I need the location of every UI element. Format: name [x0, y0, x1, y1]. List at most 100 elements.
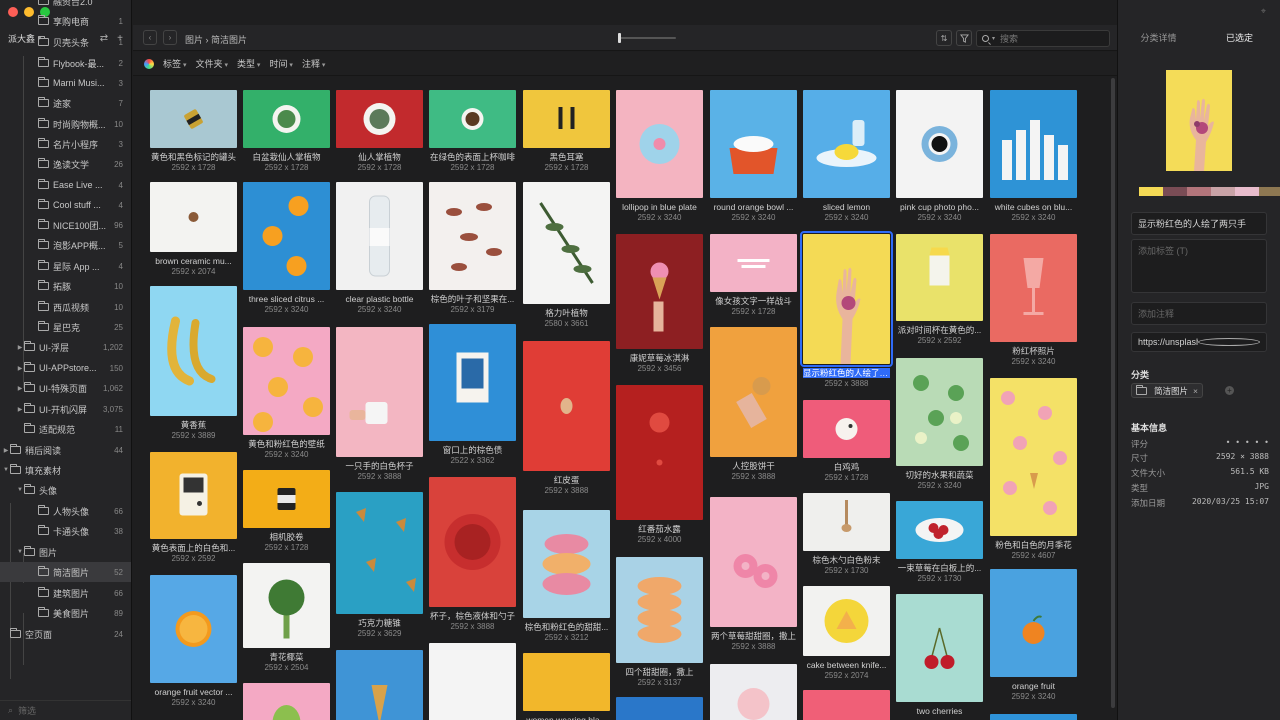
image-card[interactable]: 像女孩文字一样战斗 2592 x 1728: [710, 234, 797, 317]
image-thumbnail[interactable]: [150, 286, 237, 416]
image-card[interactable]: brown ceramic mu... 2592 x 2074: [150, 182, 237, 277]
image-card[interactable]: two cherries: [896, 594, 983, 716]
filter-button[interactable]: [956, 30, 972, 46]
tags-field[interactable]: 添加标签 (T): [1131, 239, 1267, 293]
image-card[interactable]: clear plastic bottle 2592 x 3240: [336, 182, 423, 315]
image-thumbnail[interactable]: [803, 90, 890, 198]
palette-swatch[interactable]: [1163, 187, 1187, 196]
sidebar-folder-item[interactable]: 美食图片 89: [0, 603, 131, 623]
title-field[interactable]: 显示粉红色的人绘了两只手: [1131, 212, 1267, 235]
sidebar-folder-item[interactable]: Flybook-最... 2: [0, 53, 131, 73]
sidebar-folder-item[interactable]: 逸读文学 26: [0, 154, 131, 174]
sidebar-folder-item[interactable]: Ease Live ... 4: [0, 175, 131, 195]
image-thumbnail[interactable]: [896, 358, 983, 466]
image-thumbnail[interactable]: [429, 324, 516, 441]
image-thumbnail[interactable]: [336, 90, 423, 148]
back-button[interactable]: ‹: [143, 30, 157, 45]
image-thumbnail[interactable]: [896, 501, 983, 559]
sidebar-folder-item[interactable]: ▶ 稍后阅读 44: [0, 440, 131, 460]
image-card[interactable]: sliced lemon 2592 x 3240: [803, 90, 890, 223]
sidebar-folder-item[interactable]: ▶ UI-特殊页面 1,062: [0, 378, 131, 398]
image-card[interactable]: 红皮蛋 2592 x 3888: [523, 341, 610, 496]
image-thumbnail[interactable]: [800, 231, 893, 367]
chevron-right-icon[interactable]: ▶: [2, 447, 10, 454]
image-thumbnail[interactable]: [803, 400, 890, 458]
image-card[interactable]: 黄色和黑色标记的罐头 2592 x 1728: [150, 90, 237, 173]
image-card[interactable]: 棕色的叶子和坚果在... 2592 x 3179: [429, 182, 516, 315]
chevron-down-icon[interactable]: ▼: [16, 549, 24, 555]
sidebar-folder-item[interactable]: 泡影APP概... 5: [0, 235, 131, 255]
sidebar-folder-item[interactable]: 西瓜视频 10: [0, 297, 131, 317]
filter-folders[interactable]: 文件夹: [195, 57, 227, 70]
filter-notes[interactable]: 注释: [302, 57, 325, 70]
forward-button[interactable]: ›: [163, 30, 177, 45]
breadcrumb[interactable]: 图片 › 简洁图片: [185, 33, 247, 46]
filter-type[interactable]: 类型: [237, 57, 260, 70]
palette-swatch[interactable]: [1139, 187, 1163, 196]
palette-swatch[interactable]: [1211, 187, 1235, 196]
zoom-slider[interactable]: [618, 33, 676, 43]
palette-swatch[interactable]: [1187, 187, 1211, 196]
image-card[interactable]: 显示粉红色的人绘了两只手2592 x 3888: [800, 231, 893, 389]
search-field[interactable]: ▾: [976, 30, 1110, 47]
image-thumbnail[interactable]: [523, 341, 610, 471]
category-chip[interactable]: 简洁图片 ×: [1131, 383, 1203, 398]
image-card[interactable]: 格力叶植物 2580 x 3661: [523, 182, 610, 329]
sidebar-folder-item[interactable]: 融资台2.0: [0, 0, 131, 11]
image-card[interactable]: [803, 690, 890, 720]
sidebar-filter[interactable]: ⌕ 筛选: [0, 700, 131, 720]
image-thumbnail[interactable]: [523, 653, 610, 711]
image-card[interactable]: 白鸡鸡 2592 x 1728: [803, 400, 890, 483]
sidebar-folder-item[interactable]: 名片小程序 3: [0, 134, 131, 154]
image-card[interactable]: 杯子，棕色液体和勺子 2592 x 3888: [429, 477, 516, 632]
chevron-right-icon[interactable]: ▶: [16, 406, 24, 413]
image-card[interactable]: 一束草莓在白板上的... 2592 x 1730: [896, 501, 983, 584]
filter-time[interactable]: 时间: [269, 57, 292, 70]
image-card[interactable]: 仙人掌植物 2592 x 1728: [336, 90, 423, 173]
sidebar-folder-item[interactable]: 拓豚 10: [0, 276, 131, 296]
image-card[interactable]: 在绿色的表面上杯咖啡 2592 x 1728: [429, 90, 516, 173]
image-card[interactable]: 四个甜甜圈，撒上 2592 x 3137: [616, 557, 703, 688]
remove-category-icon[interactable]: ×: [1193, 386, 1198, 396]
image-card[interactable]: 相机胶卷 2592 x 1728: [243, 470, 330, 553]
sidebar-folder-item[interactable]: ▼ 填充素材: [0, 460, 131, 480]
sidebar-folder-item[interactable]: ▼ 图片: [0, 542, 131, 562]
sidebar-folder-item[interactable]: ▶ UI-开机闪屏 3,075: [0, 399, 131, 419]
image-thumbnail[interactable]: [150, 90, 237, 148]
image-card[interactable]: [336, 650, 423, 720]
image-card[interactable]: round orange bowl ... 2592 x 3240: [710, 90, 797, 223]
color-filter-icon[interactable]: [144, 58, 154, 69]
globe-icon[interactable]: [1198, 338, 1260, 346]
chevron-down-icon[interactable]: ▼: [2, 467, 10, 473]
sidebar-folder-item[interactable]: Marni Musi... 3: [0, 73, 131, 93]
sidebar-folder-item[interactable]: 享购电商 1: [0, 11, 131, 31]
image-card[interactable]: pink cup photo pho... 2592 x 3240: [896, 90, 983, 223]
image-card[interactable]: 窗口上的棕色债 2522 x 3362: [429, 324, 516, 466]
image-thumbnail[interactable]: [523, 182, 610, 304]
sidebar-folder-item[interactable]: 贝壳头条 1: [0, 32, 131, 52]
palette-swatch[interactable]: [1259, 187, 1280, 196]
sidebar-folder-item[interactable]: 卡通头像 38: [0, 521, 131, 541]
sidebar-folder-item[interactable]: Cool stuff ... 4: [0, 195, 131, 215]
image-card[interactable]: 派对时间杯在黄色的... 2592 x 2592: [896, 234, 983, 346]
image-card[interactable]: 两个草莓甜甜圈，撒上 2592 x 3888: [710, 497, 797, 652]
image-thumbnail[interactable]: [710, 327, 797, 457]
image-thumbnail[interactable]: [429, 182, 516, 290]
sidebar-folder-item[interactable]: 星巴克 25: [0, 317, 131, 337]
image-card[interactable]: 黄香蕉 2592 x 3889: [150, 286, 237, 441]
image-card[interactable]: [616, 697, 703, 720]
image-card[interactable]: 白盆栽仙人掌植物 2592 x 1728: [243, 90, 330, 173]
sidebar-folder-item[interactable]: 人物头像 66: [0, 501, 131, 521]
image-thumbnail[interactable]: [990, 714, 1077, 720]
image-thumbnail[interactable]: [429, 90, 516, 148]
pin-icon[interactable]: ⌖: [1261, 6, 1266, 17]
image-thumbnail[interactable]: [336, 650, 423, 720]
image-card[interactable]: 红番茄水露 2592 x 4000: [616, 385, 703, 545]
image-thumbnail[interactable]: [616, 90, 703, 198]
sidebar-folder-item[interactable]: ▶ UI-浮层 1,202: [0, 337, 131, 357]
image-thumbnail[interactable]: [336, 182, 423, 290]
sidebar-folder-item[interactable]: 空页面 24: [0, 624, 131, 644]
image-thumbnail[interactable]: [150, 182, 237, 252]
image-card[interactable]: 棕色和粉红色的甜甜... 2592 x 3212: [523, 510, 610, 643]
sidebar-folder-item[interactable]: 星际 App ... 4: [0, 256, 131, 276]
